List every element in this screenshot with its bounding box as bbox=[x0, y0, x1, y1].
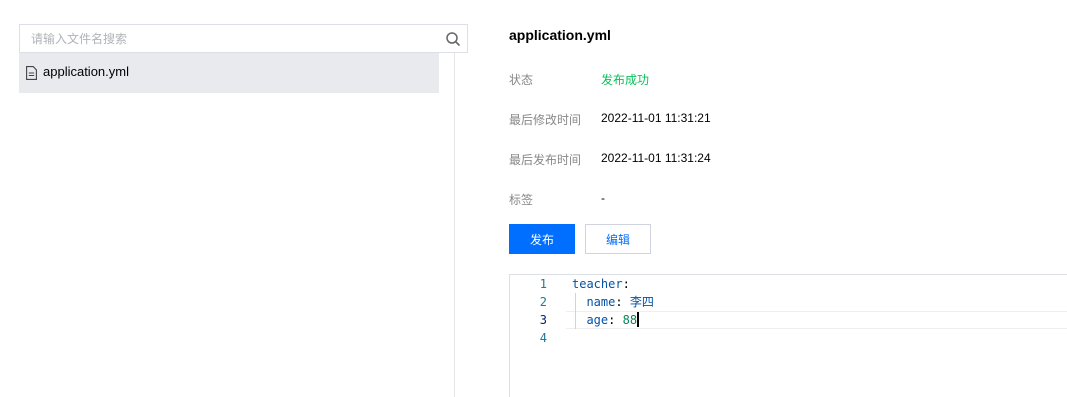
file-title: application.yml bbox=[509, 27, 611, 43]
search-icon[interactable] bbox=[445, 31, 461, 47]
tags-label: 标签 bbox=[509, 193, 534, 207]
file-list-item-application-yml[interactable]: application.yml bbox=[19, 53, 439, 93]
yaml-colon: : bbox=[615, 295, 623, 309]
current-line-highlight bbox=[566, 311, 1067, 329]
line-number: 3 bbox=[539, 313, 547, 327]
tags-value: - bbox=[601, 191, 605, 205]
code-line: age: 88 bbox=[572, 311, 640, 329]
panel-divider[interactable] bbox=[454, 53, 455, 397]
line-number: 4 bbox=[539, 331, 547, 345]
status-value: 发布成功 bbox=[601, 73, 650, 87]
yaml-colon: : bbox=[622, 277, 630, 291]
last-published-value: 2022-11-01 11:31:24 bbox=[601, 151, 711, 165]
yaml-key: teacher bbox=[572, 277, 623, 291]
yaml-value: 88 bbox=[622, 313, 638, 327]
config-file-page: application.yml application.yml 状态 发布成功 … bbox=[0, 0, 1067, 397]
publish-button[interactable]: 发布 bbox=[509, 224, 575, 254]
last-modified-label: 最后修改时间 bbox=[509, 113, 582, 127]
yaml-key: name bbox=[586, 295, 616, 309]
yaml-colon: : bbox=[608, 313, 616, 327]
code-editor[interactable]: 1 2 3 4 teacher: name: 李四 age: 88 bbox=[509, 274, 1067, 397]
line-number: 1 bbox=[539, 277, 547, 291]
status-label: 状态 bbox=[509, 73, 534, 87]
file-detail-panel: application.yml 状态 发布成功 最后修改时间 2022-11-0… bbox=[509, 0, 1067, 397]
document-icon bbox=[26, 66, 37, 80]
code-line: teacher: bbox=[572, 275, 630, 293]
file-name: application.yml bbox=[43, 64, 129, 79]
last-published-label: 最后发布时间 bbox=[509, 153, 582, 167]
line-number: 2 bbox=[539, 295, 547, 309]
code-line: name: 李四 bbox=[572, 293, 654, 311]
search-box bbox=[19, 24, 468, 53]
edit-button[interactable]: 编辑 bbox=[585, 224, 651, 254]
file-list-panel: application.yml bbox=[0, 0, 470, 397]
yaml-value: 李四 bbox=[629, 295, 654, 309]
search-input[interactable] bbox=[20, 25, 440, 52]
last-modified-value: 2022-11-01 11:31:21 bbox=[601, 111, 711, 125]
text-cursor bbox=[637, 312, 640, 327]
yaml-key: age bbox=[586, 313, 609, 327]
